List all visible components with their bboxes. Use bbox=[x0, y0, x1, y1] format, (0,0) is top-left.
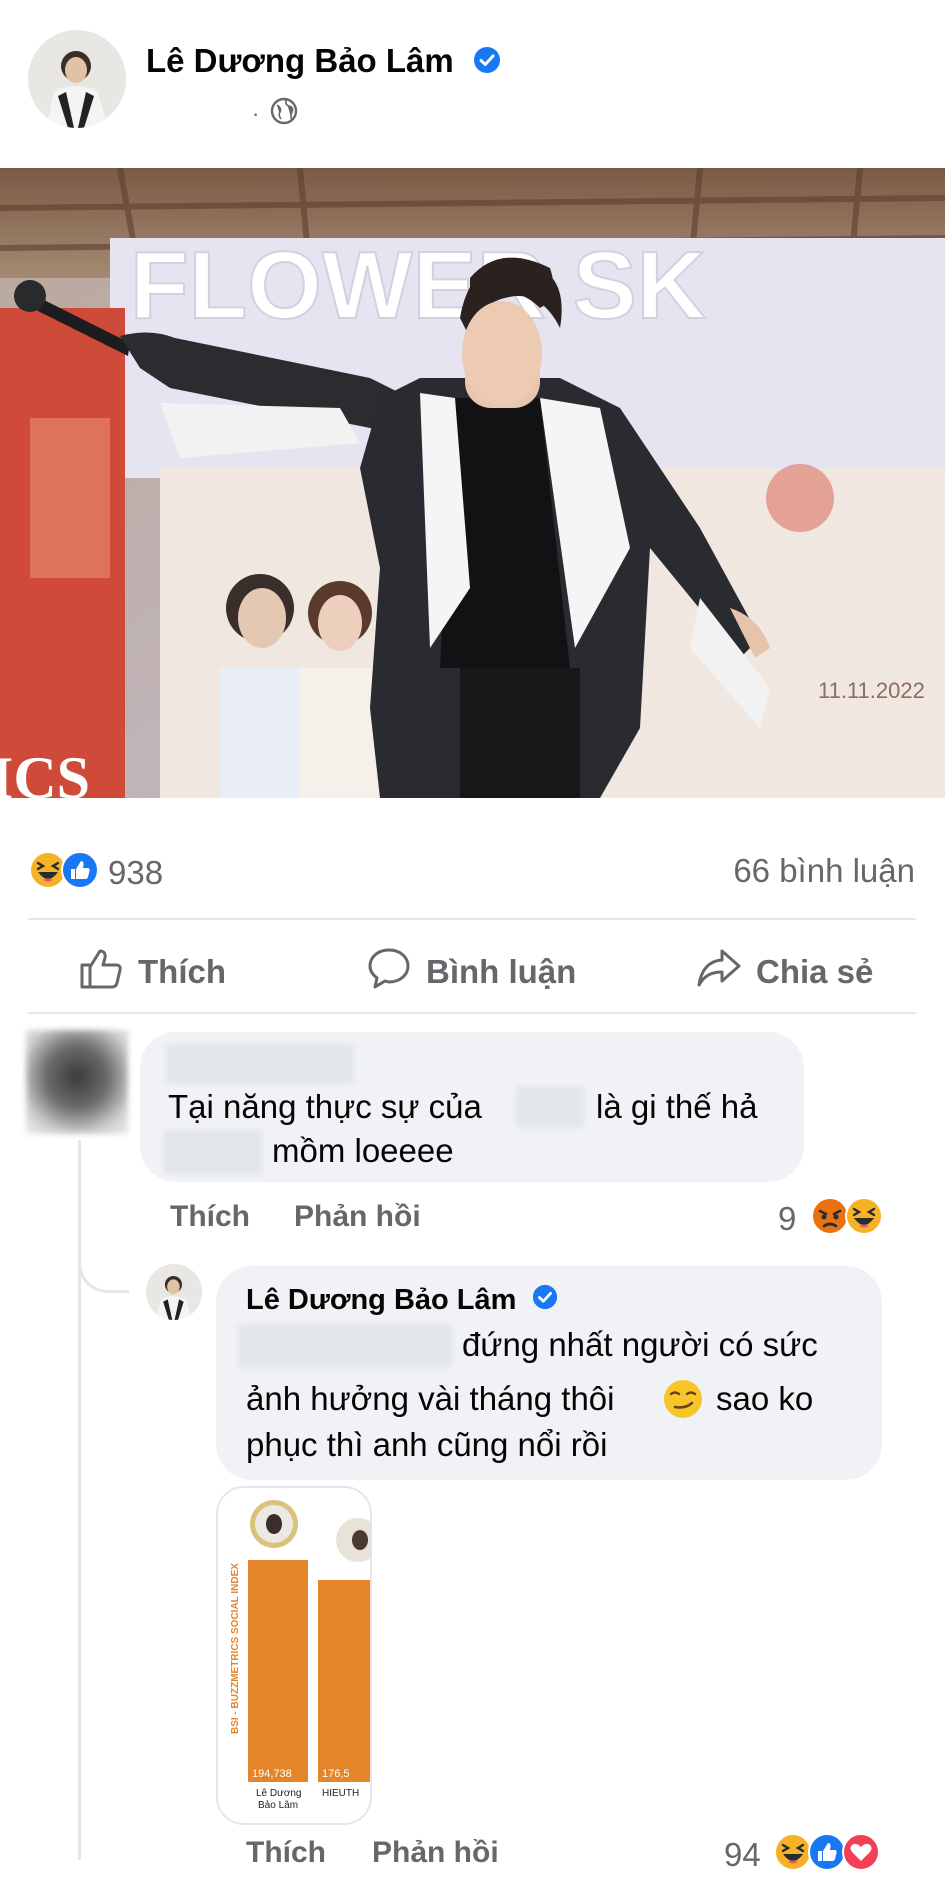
comment-button[interactable]: Bình luận bbox=[366, 945, 576, 999]
post-author-name[interactable]: Lê Dương Bảo Lâm bbox=[146, 42, 501, 82]
bar-1 bbox=[248, 1560, 308, 1782]
divider bbox=[28, 918, 916, 920]
comment-icon bbox=[366, 945, 412, 999]
author-avatar[interactable] bbox=[28, 30, 126, 128]
bar-1-name: Bảo Lâm bbox=[258, 1800, 298, 1811]
photo-side-text: ICS bbox=[0, 745, 90, 798]
haha-icon bbox=[844, 1196, 884, 1241]
reactions-summary[interactable]: 938 bbox=[28, 850, 163, 895]
reply-author-avatar[interactable] bbox=[146, 1264, 202, 1320]
photo-date-text: 11.11.2022 bbox=[818, 678, 925, 703]
verified-badge-icon bbox=[473, 44, 501, 82]
reply-text: sao ko bbox=[716, 1380, 814, 1417]
like-label: Thích bbox=[138, 953, 226, 990]
comment-reactions[interactable]: 9 bbox=[778, 1196, 884, 1241]
comment-reply-button[interactable]: Phản hồi bbox=[294, 1200, 421, 1234]
reply-author-text[interactable]: Lê Dương Bảo Lâm bbox=[246, 1284, 516, 1316]
smirk-emoji-icon bbox=[662, 1378, 704, 1425]
commenter-avatar[interactable] bbox=[26, 1030, 128, 1134]
redacted-text bbox=[516, 1086, 584, 1128]
comment-like-button[interactable]: Thích bbox=[170, 1200, 250, 1234]
thread-connector bbox=[78, 1220, 129, 1293]
redacted-commenter-name[interactable] bbox=[166, 1044, 354, 1084]
comment-text: mồm loeeee bbox=[272, 1132, 454, 1169]
redacted-mention[interactable] bbox=[238, 1324, 452, 1368]
banner-text: FLOWER SK bbox=[130, 232, 706, 339]
share-icon bbox=[696, 945, 742, 999]
like-icon bbox=[60, 850, 100, 895]
comment-text: là gi thế hả bbox=[596, 1088, 758, 1125]
bar-2-value: 176,5 bbox=[322, 1768, 350, 1780]
meta-dot: · bbox=[252, 101, 260, 126]
redacted-text bbox=[164, 1130, 262, 1174]
reaction-count: 938 bbox=[108, 853, 164, 891]
reply-like-button[interactable]: Thích bbox=[246, 1836, 326, 1870]
reply-reactions[interactable]: 94 bbox=[724, 1832, 881, 1877]
reply-image-attachment[interactable]: BSI - BUZZMETRICS SOCIAL INDEX 194,738 1… bbox=[216, 1486, 372, 1825]
comment-text: Tại năng thực sự của bbox=[168, 1088, 482, 1125]
globe-icon[interactable] bbox=[269, 96, 299, 132]
reply-author-name[interactable]: Lê Dương Bảo Lâm bbox=[246, 1284, 558, 1318]
bar-1-name: Lê Dương bbox=[256, 1788, 302, 1799]
comment-label: Bình luận bbox=[426, 953, 577, 990]
reply-reaction-count: 94 bbox=[724, 1835, 761, 1873]
post-meta: · bbox=[252, 96, 299, 132]
bar-1-value: 194,738 bbox=[252, 1768, 292, 1780]
reply-text: đứng nhất người có sức bbox=[462, 1326, 818, 1363]
chart-axis-label: BSI - BUZZMETRICS SOCIAL INDEX bbox=[230, 1563, 241, 1734]
bar-2 bbox=[318, 1580, 370, 1782]
divider bbox=[28, 1012, 916, 1014]
post-photo[interactable]: FLOWER SK ICS 11.11.2022 bbox=[0, 168, 945, 798]
share-label: Chia sẻ bbox=[756, 953, 874, 990]
comment-count-link[interactable]: 66 bình luận bbox=[733, 852, 915, 890]
comment-reaction-count: 9 bbox=[778, 1199, 797, 1237]
reply-text: ảnh hưởng vài tháng thôi bbox=[246, 1380, 615, 1417]
love-icon bbox=[841, 1832, 881, 1877]
thumbs-up-icon bbox=[78, 945, 124, 999]
like-button[interactable]: Thích bbox=[78, 945, 226, 999]
reply-reply-button[interactable]: Phản hồi bbox=[372, 1836, 499, 1870]
author-name-text[interactable]: Lê Dương Bảo Lâm bbox=[146, 42, 454, 79]
reply-text: phục thì anh cũng nổi rồi bbox=[246, 1426, 608, 1463]
share-button[interactable]: Chia sẻ bbox=[696, 945, 873, 999]
verified-badge-icon bbox=[532, 1284, 558, 1318]
bar-2-name: HIEUTH bbox=[322, 1788, 359, 1799]
